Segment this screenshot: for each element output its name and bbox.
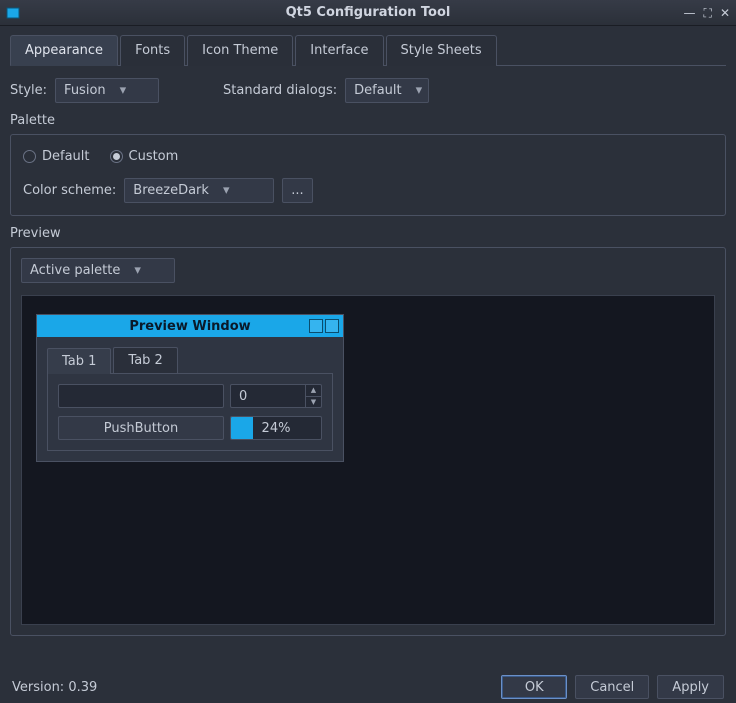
main-tabbar: Appearance Fonts Icon Theme Interface St… bbox=[10, 34, 726, 66]
footer: Version: 0.39 OK Cancel Apply bbox=[0, 671, 736, 703]
palette-groupbox: Default Custom Color scheme: BreezeDark … bbox=[10, 134, 726, 216]
palette-section-label: Palette bbox=[10, 113, 726, 128]
preview-pushbutton[interactable]: PushButton bbox=[58, 416, 224, 440]
style-label: Style: bbox=[10, 83, 47, 98]
preview-minimize-icon[interactable] bbox=[309, 319, 323, 333]
progress-text: 24% bbox=[262, 421, 291, 436]
apply-button[interactable]: Apply bbox=[657, 675, 724, 699]
minimize-icon[interactable]: — bbox=[684, 7, 696, 19]
window-title: Qt5 Configuration Tool bbox=[0, 5, 736, 20]
version-label: Version: 0.39 bbox=[12, 680, 97, 695]
preview-maximize-icon[interactable] bbox=[325, 319, 339, 333]
chevron-down-icon: ▾ bbox=[134, 263, 141, 278]
style-combo-value: Fusion bbox=[64, 83, 106, 98]
spin-down-icon[interactable]: ▼ bbox=[306, 397, 321, 408]
style-combo[interactable]: Fusion ▾ bbox=[55, 78, 159, 103]
preview-window-title: Preview Window bbox=[129, 319, 250, 334]
tab-interface[interactable]: Interface bbox=[295, 35, 383, 66]
tab-icon-theme[interactable]: Icon Theme bbox=[187, 35, 293, 66]
preview-groupbox: Active palette ▾ Preview Window Tab 1 bbox=[10, 247, 726, 636]
preview-window: Preview Window Tab 1 Tab 2 bbox=[36, 314, 344, 462]
titlebar: Qt5 Configuration Tool — ⛶ ✕ bbox=[0, 0, 736, 26]
chevron-down-icon: ▾ bbox=[120, 83, 127, 98]
tab-style-sheets[interactable]: Style Sheets bbox=[386, 35, 497, 66]
preview-text-input[interactable] bbox=[58, 384, 224, 408]
standard-dialogs-value: Default bbox=[354, 83, 402, 98]
radio-icon bbox=[110, 150, 123, 163]
preview-spinbox[interactable]: 0 ▲ ▼ bbox=[230, 384, 322, 408]
app-icon bbox=[6, 6, 20, 20]
preview-palette-value: Active palette bbox=[30, 263, 120, 278]
close-icon[interactable]: ✕ bbox=[720, 7, 730, 19]
maximize-icon[interactable]: ⛶ bbox=[704, 7, 712, 19]
preview-section-label: Preview bbox=[10, 226, 726, 241]
color-scheme-combo[interactable]: BreezeDark ▾ bbox=[124, 178, 274, 203]
progress-fill bbox=[231, 417, 253, 439]
preview-spin-value: 0 bbox=[239, 389, 247, 404]
chevron-down-icon: ▾ bbox=[416, 83, 423, 98]
standard-dialogs-combo[interactable]: Default ▾ bbox=[345, 78, 429, 103]
chevron-down-icon: ▾ bbox=[223, 183, 230, 198]
radio-default-label: Default bbox=[42, 149, 90, 164]
preview-tab-2[interactable]: Tab 2 bbox=[113, 347, 177, 373]
preview-window-titlebar: Preview Window bbox=[37, 315, 343, 337]
color-scheme-value: BreezeDark bbox=[133, 183, 209, 198]
spin-up-icon[interactable]: ▲ bbox=[306, 385, 321, 397]
radio-custom[interactable]: Custom bbox=[110, 149, 179, 164]
preview-area: Preview Window Tab 1 Tab 2 bbox=[21, 295, 715, 625]
tab-appearance[interactable]: Appearance bbox=[10, 35, 118, 66]
color-scheme-label: Color scheme: bbox=[23, 183, 116, 198]
preview-palette-combo[interactable]: Active palette ▾ bbox=[21, 258, 175, 283]
radio-default[interactable]: Default bbox=[23, 149, 90, 164]
standard-dialogs-label: Standard dialogs: bbox=[223, 83, 337, 98]
cancel-button[interactable]: Cancel bbox=[575, 675, 649, 699]
tab-fonts[interactable]: Fonts bbox=[120, 35, 185, 66]
preview-progressbar: 24% bbox=[230, 416, 322, 440]
browse-scheme-button[interactable]: ... bbox=[282, 178, 312, 203]
preview-tab-1[interactable]: Tab 1 bbox=[47, 348, 111, 374]
radio-custom-label: Custom bbox=[129, 149, 179, 164]
radio-icon bbox=[23, 150, 36, 163]
ok-button[interactable]: OK bbox=[501, 675, 567, 699]
